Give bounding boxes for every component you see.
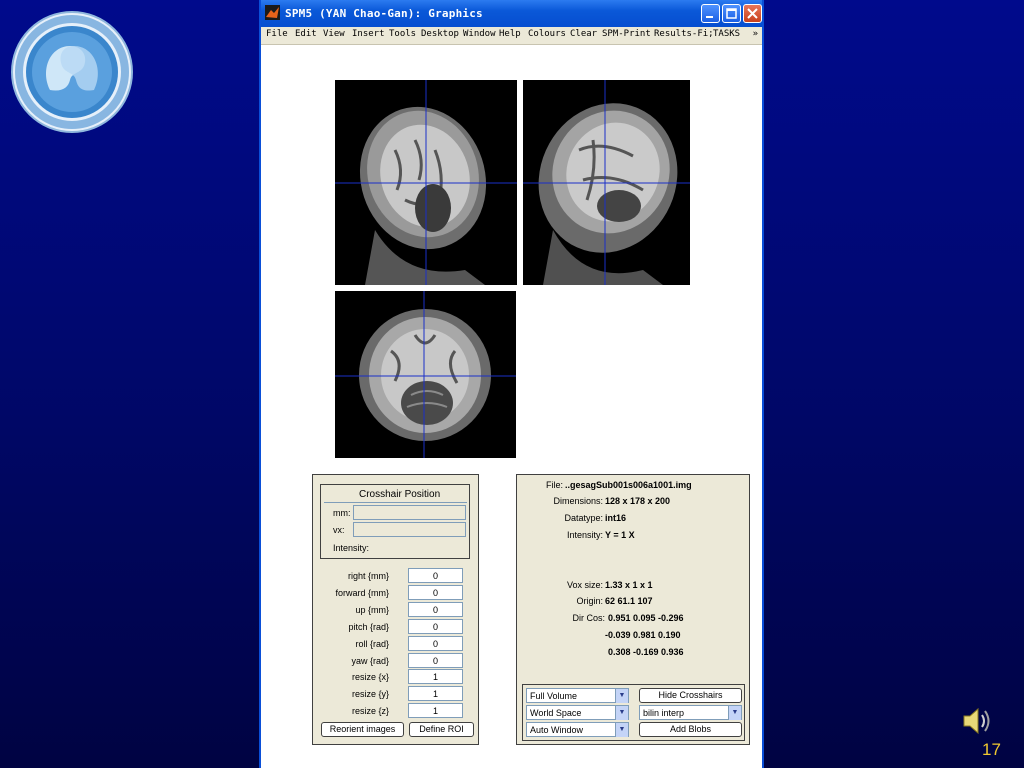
menu-spm-print[interactable]: SPM-Print: [602, 29, 651, 39]
param-up-input[interactable]: 0: [408, 602, 463, 617]
crosshair-divider: [324, 502, 467, 503]
menu-desktop[interactable]: Desktop: [421, 29, 459, 39]
param-resize-y-input[interactable]: 1: [408, 686, 463, 701]
mm-field: [353, 505, 466, 520]
menu-colours[interactable]: Colours: [528, 29, 566, 39]
slide-number: 17: [982, 740, 1001, 759]
chevron-down-icon: ▼: [615, 706, 628, 720]
crosshair-group: Crosshair Position mm: vx: Intensity:: [320, 484, 470, 559]
menu-clear[interactable]: Clear: [570, 29, 597, 39]
maximize-button[interactable]: [722, 4, 741, 23]
datatype-value: int16: [605, 513, 627, 523]
datatype-label: Datatype:: [564, 513, 603, 523]
vox-size-value: 1.33 x 1 x 1: [605, 580, 653, 590]
window-select[interactable]: Auto Window ▼: [526, 722, 629, 737]
reorient-images-button[interactable]: Reorient images: [321, 722, 404, 737]
menu-file[interactable]: File: [266, 29, 288, 39]
menu-help[interactable]: Help: [499, 29, 521, 39]
mm-label: mm:: [333, 508, 351, 518]
vx-label: vx:: [333, 525, 345, 535]
menu-view[interactable]: View: [323, 29, 345, 39]
interp-select[interactable]: bilin interp ▼: [639, 705, 742, 720]
menu-tools[interactable]: Tools: [389, 29, 416, 39]
dimensions-value: 128 x 178 x 200: [605, 496, 671, 506]
spm-graphics-window: SPM5 (YAN Chao-Gan): Graphics File Edit …: [259, 0, 764, 768]
origin-label: Origin:: [576, 596, 603, 606]
param-label: resize {y}: [351, 689, 389, 699]
coronal-view[interactable]: [335, 80, 517, 285]
menu-edit[interactable]: Edit: [295, 29, 317, 39]
param-resize-x-input[interactable]: 1: [408, 669, 463, 684]
file-value: ..gesagSub001s006a1001.img: [565, 480, 692, 490]
param-right-input[interactable]: 0: [408, 568, 463, 583]
space-select-value: World Space: [530, 708, 582, 718]
dimensions-label: Dimensions:: [553, 496, 603, 506]
param-label: forward {mm}: [335, 588, 389, 598]
add-blobs-button[interactable]: Add Blobs: [639, 722, 742, 737]
title-bar[interactable]: SPM5 (YAN Chao-Gan): Graphics: [261, 0, 762, 27]
axial-view[interactable]: [335, 291, 516, 458]
chevron-down-icon: ▼: [728, 706, 741, 720]
param-label: resize {x}: [351, 672, 389, 682]
menu-insert[interactable]: Insert: [352, 29, 385, 39]
param-roll-input[interactable]: 0: [408, 636, 463, 651]
sagittal-view[interactable]: [523, 80, 690, 285]
param-pitch-input[interactable]: 0: [408, 619, 463, 634]
file-label: File:: [545, 480, 563, 490]
param-label: up {mm}: [355, 605, 389, 615]
dircos-row-3: 0.308 -0.169 0.936: [608, 647, 684, 657]
menu-window[interactable]: Window: [463, 29, 496, 39]
intensity-info-label: Intensity:: [566, 530, 603, 540]
reorient-panel: Crosshair Position mm: vx: Intensity: ri…: [312, 474, 479, 745]
chevron-down-icon: ▼: [615, 689, 628, 703]
menu-overflow-icon[interactable]: »: [753, 29, 758, 39]
hide-crosshairs-button[interactable]: Hide Crosshairs: [639, 688, 742, 703]
param-label: yaw {rad}: [351, 656, 389, 666]
dircos-label: Dir Cos:: [572, 613, 605, 623]
param-label: right {mm}: [347, 571, 389, 581]
minimize-button[interactable]: [701, 4, 720, 23]
param-yaw-input[interactable]: 0: [408, 653, 463, 668]
window-select-value: Auto Window: [530, 725, 584, 735]
vox-size-label: Vox size:: [566, 580, 603, 590]
menu-results[interactable]: Results-Fi;: [654, 29, 714, 39]
crosshair-heading: Crosshair Position: [359, 489, 441, 500]
volume-select[interactable]: Full Volume ▼: [526, 688, 629, 703]
param-label: roll {rad}: [355, 639, 389, 649]
param-label: resize {z}: [351, 706, 389, 716]
speaker-icon[interactable]: [960, 704, 994, 738]
dircos-row-2: -0.039 0.981 0.190: [605, 630, 681, 640]
volume-select-value: Full Volume: [530, 691, 578, 701]
menu-tasks[interactable]: TASKS: [713, 29, 740, 39]
vx-field: [353, 522, 466, 537]
dircos-row-1: 0.951 0.095 -0.296: [608, 613, 684, 623]
interp-select-value: bilin interp: [643, 708, 685, 718]
param-label: pitch {rad}: [348, 622, 389, 632]
intensity-info-value: Y = 1 X: [605, 530, 635, 540]
chevron-down-icon: ▼: [615, 723, 628, 737]
close-button[interactable]: [743, 4, 762, 23]
define-roi-button[interactable]: Define ROI: [409, 722, 474, 737]
menu-bar: File Edit View Insert Tools Desktop Wind…: [261, 27, 762, 45]
image-info-panel: File: ..gesagSub001s006a1001.img Dimensi…: [516, 474, 750, 745]
space-select[interactable]: World Space ▼: [526, 705, 629, 720]
param-forward-input[interactable]: 0: [408, 585, 463, 600]
origin-value: 62 61.1 107: [605, 596, 653, 606]
window-title: SPM5 (YAN Chao-Gan): Graphics: [285, 7, 483, 20]
param-resize-z-input[interactable]: 1: [408, 703, 463, 718]
intensity-label: Intensity:: [333, 543, 370, 553]
matlab-icon: [265, 5, 280, 20]
view-controls-group: Full Volume ▼ World Space ▼ Auto Window …: [522, 684, 745, 741]
lab-logo: [10, 10, 134, 134]
